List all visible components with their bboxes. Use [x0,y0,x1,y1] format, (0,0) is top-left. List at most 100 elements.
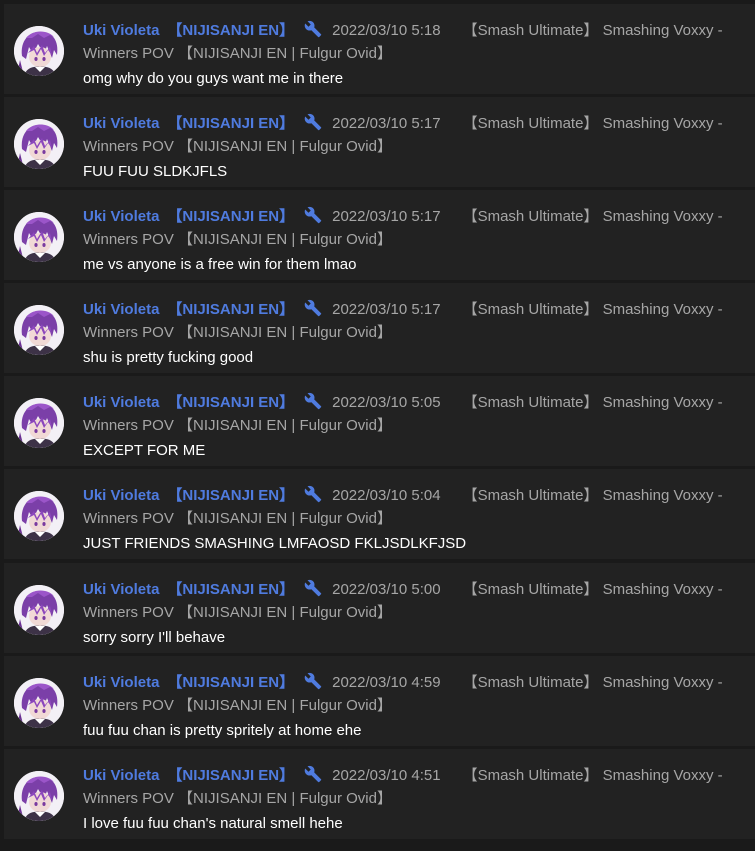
video-title-line-2: Winners POV 【NIJISANJI EN | Fulgur Ovid】 [83,604,392,621]
video-title-line-2: Winners POV 【NIJISANJI EN | Fulgur Ovid】 [83,697,392,714]
avatar[interactable] [14,119,64,169]
comment-date[interactable]: 2022/03/10 5:17 [332,115,440,132]
avatar-image [14,491,64,541]
author-tag[interactable]: 【NIJISANJI EN】 [167,22,294,39]
avatar[interactable] [14,678,64,728]
comment-text: sorry sorry I'll behave [83,629,226,646]
author-name[interactable]: Uki Violeta [83,115,159,132]
author-name[interactable]: Uki Violeta [83,767,159,784]
author-name[interactable]: Uki Violeta [83,208,159,225]
author-tag[interactable]: 【NIJISANJI EN】 [167,208,294,225]
avatar-image [14,771,64,821]
comment-text: JUST FRIENDS SMASHING LMFAOSD FKLJSDLKFJ… [83,535,467,552]
video-title[interactable]: 【Smash Ultimate】 Smashing Voxxy - [463,581,723,598]
wrench-icon [304,206,322,230]
video-title[interactable]: 【Smash Ultimate】 Smashing Voxxy - [463,208,723,225]
comment-header: Uki Violeta 【NIJISANJI EN】 2022/03/10 4:51… [83,765,723,789]
author-tag[interactable]: 【NIJISANJI EN】 [167,301,294,318]
video-title-continued[interactable]: Winners POV 【NIJISANJI EN | Fulgur Ovid】 [83,509,392,529]
author-tag[interactable]: 【NIJISANJI EN】 [167,487,294,504]
author-name[interactable]: Uki Violeta [83,674,159,691]
video-title-line-2: Winners POV 【NIJISANJI EN | Fulgur Ovid】 [83,138,392,155]
avatar-image [14,585,64,635]
comment-date[interactable]: 2022/03/10 4:51 [332,767,440,784]
video-title-continued[interactable]: Winners POV 【NIJISANJI EN | Fulgur Ovid】 [83,696,392,716]
comment-card: Uki Violeta 【NIJISANJI EN】 2022/03/10 5:18… [4,4,755,94]
video-title-line-2: Winners POV 【NIJISANJI EN | Fulgur Ovid】 [83,231,392,248]
comment-card: Uki Violeta 【NIJISANJI EN】 2022/03/10 5:17… [4,190,755,280]
video-title-continued[interactable]: Winners POV 【NIJISANJI EN | Fulgur Ovid】 [83,44,392,64]
comment-text: shu is pretty fucking good [83,349,254,366]
comment-text: omg why do you guys want me in there [83,70,344,87]
comment-date[interactable]: 2022/03/10 5:00 [332,581,440,598]
author-tag[interactable]: 【NIJISANJI EN】 [167,581,294,598]
comment-date[interactable]: 2022/03/10 5:17 [332,301,440,318]
comment-header: Uki Violeta 【NIJISANJI EN】 2022/03/10 5:17… [83,299,723,323]
avatar-image [14,119,64,169]
comment-header: Uki Violeta 【NIJISANJI EN】 2022/03/10 5:04… [83,485,723,509]
avatar[interactable] [14,26,64,76]
author-name[interactable]: Uki Violeta [83,487,159,504]
video-title[interactable]: 【Smash Ultimate】 Smashing Voxxy - [463,22,723,39]
comment-date[interactable]: 2022/03/10 5:05 [332,394,440,411]
video-title-continued[interactable]: Winners POV 【NIJISANJI EN | Fulgur Ovid】 [83,416,392,436]
comment-card: Uki Violeta 【NIJISANJI EN】 2022/03/10 5:04… [4,469,755,559]
comment-card: Uki Violeta 【NIJISANJI EN】 2022/03/10 5:00… [4,563,755,653]
video-title-continued[interactable]: Winners POV 【NIJISANJI EN | Fulgur Ovid】 [83,137,392,157]
comment-text: I love fuu fuu chan's natural smell hehe [83,815,343,832]
comment-date[interactable]: 2022/03/10 5:04 [332,487,440,504]
comment-card: Uki Violeta 【NIJISANJI EN】 2022/03/10 5:17… [4,97,755,187]
author-tag[interactable]: 【NIJISANJI EN】 [167,394,294,411]
comment-date[interactable]: 2022/03/10 5:17 [332,208,440,225]
comment-text: EXCEPT FOR ME [83,442,206,459]
comment-text: me vs anyone is a free win for them lmao [83,256,357,273]
author-name[interactable]: Uki Violeta [83,581,159,598]
avatar-image [14,305,64,355]
avatar[interactable] [14,491,64,541]
author-name[interactable]: Uki Violeta [83,22,159,39]
comment-card: Uki Violeta 【NIJISANJI EN】 2022/03/10 5:17… [4,283,755,373]
comment-header: Uki Violeta 【NIJISANJI EN】 2022/03/10 5:05… [83,392,723,416]
wrench-icon [304,579,322,603]
video-title[interactable]: 【Smash Ultimate】 Smashing Voxxy - [463,767,723,784]
video-title-continued[interactable]: Winners POV 【NIJISANJI EN | Fulgur Ovid】 [83,323,392,343]
video-title-continued[interactable]: Winners POV 【NIJISANJI EN | Fulgur Ovid】 [83,230,392,250]
video-title[interactable]: 【Smash Ultimate】 Smashing Voxxy - [463,301,723,318]
video-title[interactable]: 【Smash Ultimate】 Smashing Voxxy - [463,487,723,504]
video-title[interactable]: 【Smash Ultimate】 Smashing Voxxy - [463,115,723,132]
comment-header: Uki Violeta 【NIJISANJI EN】 2022/03/10 5:00… [83,579,723,603]
wrench-icon [304,485,322,509]
author-tag[interactable]: 【NIJISANJI EN】 [167,115,294,132]
video-title[interactable]: 【Smash Ultimate】 Smashing Voxxy - [463,394,723,411]
comment-header: Uki Violeta 【NIJISANJI EN】 2022/03/10 4:59… [83,672,723,696]
avatar[interactable] [14,585,64,635]
avatar[interactable] [14,398,64,448]
comment-card: Uki Violeta 【NIJISANJI EN】 2022/03/10 4:59… [4,656,755,746]
comment-card: Uki Violeta 【NIJISANJI EN】 2022/03/10 5:05… [4,376,755,466]
comment-text: fuu fuu chan is pretty spritely at home … [83,722,362,739]
video-title[interactable]: 【Smash Ultimate】 Smashing Voxxy - [463,674,723,691]
comment-date[interactable]: 2022/03/10 4:59 [332,674,440,691]
comment-header: Uki Violeta 【NIJISANJI EN】 2022/03/10 5:18… [83,20,723,44]
video-title-continued[interactable]: Winners POV 【NIJISANJI EN | Fulgur Ovid】 [83,789,392,809]
video-title-line-2: Winners POV 【NIJISANJI EN | Fulgur Ovid】 [83,417,392,434]
author-tag[interactable]: 【NIJISANJI EN】 [167,767,294,784]
wrench-icon [304,672,322,696]
comment-header: Uki Violeta 【NIJISANJI EN】 2022/03/10 5:17… [83,206,723,230]
comment-text: FUU FUU SLDKJFLS [83,163,228,180]
comment-date[interactable]: 2022/03/10 5:18 [332,22,440,39]
author-tag[interactable]: 【NIJISANJI EN】 [167,674,294,691]
avatar[interactable] [14,305,64,355]
comment-header: Uki Violeta 【NIJISANJI EN】 2022/03/10 5:17… [83,113,723,137]
wrench-icon [304,20,322,44]
avatar[interactable] [14,212,64,262]
video-title-line-2: Winners POV 【NIJISANJI EN | Fulgur Ovid】 [83,324,392,341]
video-title-line-2: Winners POV 【NIJISANJI EN | Fulgur Ovid】 [83,45,392,62]
wrench-icon [304,765,322,789]
avatar[interactable] [14,771,64,821]
video-title-line-2: Winners POV 【NIJISANJI EN | Fulgur Ovid】 [83,510,392,527]
video-title-continued[interactable]: Winners POV 【NIJISANJI EN | Fulgur Ovid】 [83,603,392,623]
author-name[interactable]: Uki Violeta [83,394,159,411]
wrench-icon [304,299,322,323]
author-name[interactable]: Uki Violeta [83,301,159,318]
